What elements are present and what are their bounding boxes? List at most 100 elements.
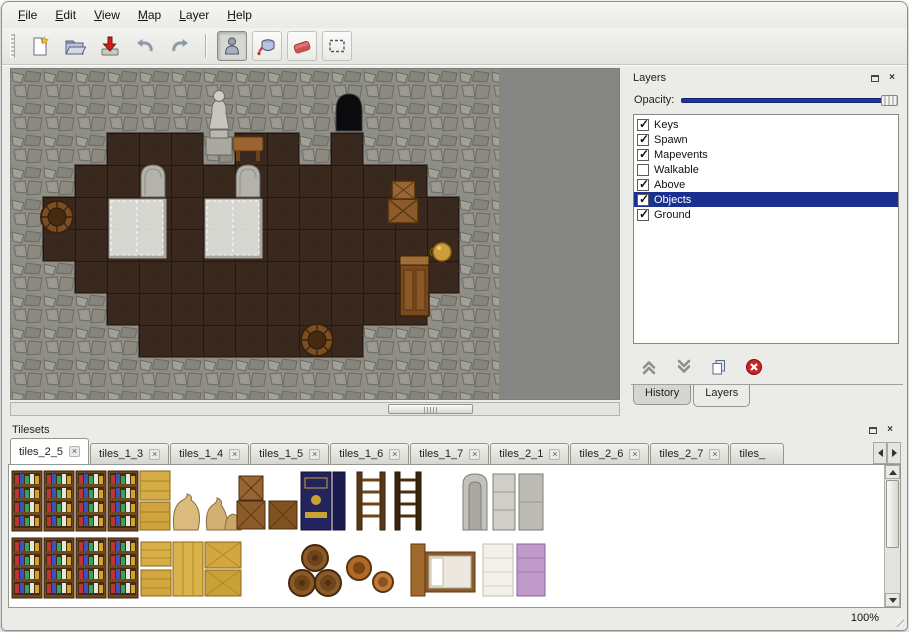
layers-panel-title: Layers [633,72,865,84]
zoom-level: 100% [851,612,879,624]
tab-history[interactable]: History [633,385,691,405]
layer-visibility-checkbox[interactable] [637,149,649,161]
layer-visibility-checkbox[interactable] [637,164,649,176]
close-tab-icon[interactable] [709,449,720,460]
map-horizontal-scrollbar[interactable] [10,402,620,416]
tileset-tab[interactable]: tiles_2_6 [570,443,649,464]
open-map-button[interactable] [60,31,90,61]
close-tab-icon[interactable] [469,449,480,460]
tileset-tab[interactable]: tiles_2_5 [10,438,89,464]
fill-tool-button[interactable] [252,31,282,61]
opacity-slider-track[interactable] [681,98,896,103]
eraser-icon [291,35,313,57]
tileset-vertical-scrollbar[interactable] [884,465,900,607]
float-panel-icon[interactable] [868,72,882,85]
toolbar-drag-handle[interactable] [10,34,15,58]
menu-file[interactable]: File [10,5,45,25]
menu-map[interactable]: Map [130,5,169,25]
map-canvas[interactable] [11,69,499,400]
tileset-image[interactable] [11,470,555,600]
raise-layers-icon [640,358,658,376]
eraser-tool-button[interactable] [287,31,317,61]
menu-edit[interactable]: Edit [47,5,84,25]
toolbar-separator [205,34,207,58]
scrollbar-thumb[interactable] [388,404,473,414]
new-map-button[interactable] [25,31,55,61]
menu-help[interactable]: Help [219,5,260,25]
statusbar: 100% [2,606,907,630]
tabs-scroll-right-icon[interactable] [887,442,901,464]
save-map-button[interactable] [95,31,125,61]
delete-layer-icon [745,358,763,376]
undo-button[interactable] [130,31,160,61]
tileset-view[interactable] [8,464,901,608]
tileset-tab[interactable]: tiles_1_3 [90,443,169,464]
delete-layer-button[interactable] [744,357,764,377]
tabs-scroll-left-icon[interactable] [873,442,887,464]
layer-row[interactable]: Spawn [634,132,898,147]
toolbar-separator-line [2,64,907,66]
paint-bucket-icon [256,35,278,57]
duplicate-layer-button[interactable] [709,357,729,377]
layer-row[interactable]: Above [634,177,898,192]
scroll-down-icon[interactable] [885,593,900,607]
layer-actions [633,350,764,384]
float-panel-icon[interactable] [866,424,880,437]
lower-layer-button[interactable] [674,357,694,377]
layer-visibility-checkbox[interactable] [637,194,649,206]
tileset-tab[interactable]: tiles_ [730,443,784,464]
toolbar [2,28,907,64]
layer-visibility-checkbox[interactable] [637,209,649,221]
raise-layer-button[interactable] [639,357,659,377]
new-file-icon [29,35,51,57]
opacity-row: Opacity: [629,88,903,112]
close-tab-icon[interactable] [229,449,240,460]
map-view[interactable] [10,68,620,400]
scroll-up-icon[interactable] [885,465,900,479]
layer-row[interactable]: Objects [634,192,898,207]
layer-visibility-checkbox[interactable] [637,134,649,146]
tileset-tab[interactable]: tiles_1_7 [410,443,489,464]
close-tab-icon[interactable] [69,446,80,457]
close-tab-icon[interactable] [309,449,320,460]
layer-row[interactable]: Ground [634,207,898,222]
layer-visibility-checkbox[interactable] [637,179,649,191]
layer-name: Objects [654,194,691,206]
close-panel-icon[interactable] [885,72,899,85]
layer-row[interactable]: Mapevents [634,147,898,162]
menubar: File Edit View Map Layer Help [2,2,907,28]
layer-name: Spawn [654,134,688,146]
panel-tabs: History Layers [631,384,903,408]
selection-rect-icon [326,35,348,57]
layer-visibility-checkbox[interactable] [637,119,649,131]
layer-name: Keys [654,119,678,131]
select-tool-button[interactable] [322,31,352,61]
close-tab-icon[interactable] [629,449,640,460]
opacity-slider-handle[interactable] [881,95,898,106]
close-tab-icon[interactable] [549,449,560,460]
duplicate-layer-icon [710,358,728,376]
redo-button[interactable] [165,31,195,61]
close-tab-icon[interactable] [389,449,400,460]
menu-view[interactable]: View [86,5,128,25]
tab-scroll-buttons [873,442,901,464]
opacity-slider[interactable] [681,94,898,107]
layers-panel: Layers Opacity: Keys Spawn Mapevents [629,68,903,410]
tileset-tab[interactable]: tiles_2_7 [650,443,729,464]
tileset-tab[interactable]: tiles_1_6 [330,443,409,464]
layer-row[interactable]: Walkable [634,162,898,177]
layer-row[interactable]: Keys [634,117,898,132]
scrollbar-thumb[interactable] [886,480,899,548]
tilesets-panel: Tilesets tiles_2_5 tiles_1_3 tiles_1_4 t… [8,420,901,608]
tileset-tab[interactable]: tiles_1_4 [170,443,249,464]
tileset-tab[interactable]: tiles_2_1 [490,443,569,464]
menu-layer[interactable]: Layer [171,5,217,25]
tileset-tab[interactable]: tiles_1_5 [250,443,329,464]
redo-arrow-icon [169,35,191,57]
object-tool-button[interactable] [217,31,247,61]
layer-name: Walkable [654,164,699,176]
tab-layers[interactable]: Layers [693,385,750,407]
close-tab-icon[interactable] [149,449,160,460]
close-panel-icon[interactable] [883,424,897,437]
resize-grip[interactable] [891,614,904,627]
